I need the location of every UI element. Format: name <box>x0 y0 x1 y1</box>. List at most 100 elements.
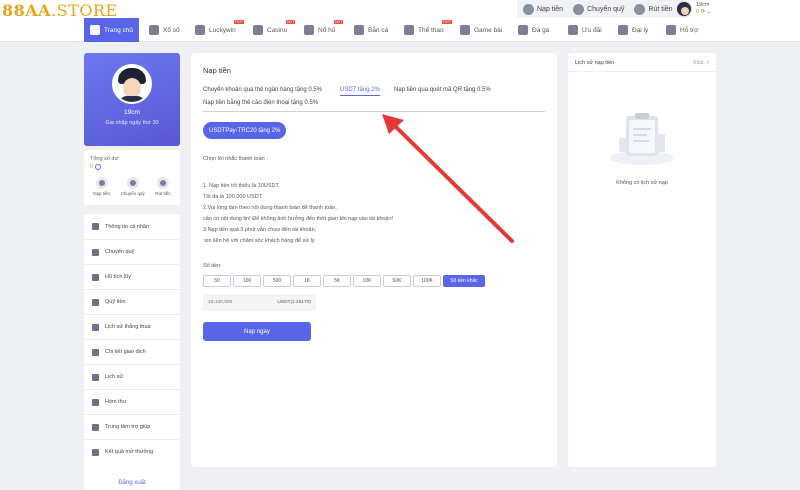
deposit-submit-button[interactable]: Nạp ngay <box>203 322 311 341</box>
menu-transactions[interactable]: Chi tiết giao dịch <box>84 339 180 364</box>
nav-lottery[interactable]: Xổ số <box>149 18 180 42</box>
page-title: Nạp tiền <box>203 66 231 75</box>
home-icon <box>90 25 100 35</box>
gift-icon <box>568 25 578 35</box>
jar-icon <box>92 273 99 281</box>
logout-link[interactable]: Đăng xuất <box>84 480 180 486</box>
slots-icon <box>304 25 314 35</box>
sports-icon <box>404 25 414 35</box>
menu-help-center[interactable]: Trung tâm trợ giúp <box>84 414 180 439</box>
nav-home[interactable]: Trang chủ <box>84 18 140 42</box>
transfer-icon <box>573 3 585 15</box>
hot-badge: HOT <box>234 20 244 24</box>
amount-10k[interactable]: 10K <box>353 275 381 287</box>
amount-unit: USDT(1:26170) <box>277 300 311 305</box>
nav-sports[interactable]: Thể thao HOT <box>404 18 452 42</box>
tab-usdt[interactable]: USDT tặng 2% <box>340 87 380 96</box>
tab-bank-transfer[interactable]: Chuyển khoản qua thẻ ngân hàng tặng 0.5% <box>203 87 322 93</box>
tab-qr[interactable]: Nạp tiền qua quét mã QR tặng 0.5% <box>394 87 491 93</box>
profile-name: 19cm <box>124 109 140 116</box>
main-nav: Trang chủ Xổ số Luckywin HOT Casino HOT Nổ… <box>0 18 800 42</box>
top-deposit-button[interactable]: Nạp tiền <box>523 3 563 15</box>
amount-50[interactable]: 50 <box>203 275 231 287</box>
deposit-icon <box>95 177 108 189</box>
help-icon <box>92 423 99 431</box>
amount-input[interactable] <box>208 300 263 305</box>
menu-results[interactable]: Kết quả mở thưởng <box>84 439 180 464</box>
amount-100k[interactable]: 100K <box>413 275 441 287</box>
amount-50k[interactable]: 50K <box>383 275 411 287</box>
user-name: 19cm <box>696 2 710 8</box>
top-transfer-button[interactable]: Chuyển quỹ <box>573 3 624 15</box>
nav-support[interactable]: Hỗ trợ <box>666 18 698 42</box>
nav-luckywin[interactable]: Luckywin HOT <box>195 18 244 42</box>
tab-phone-card[interactable]: Nạp tiền bằng thẻ cào điện thoại tặng 0.… <box>203 100 318 106</box>
hot-badge: HOT <box>442 20 452 24</box>
refresh-icon[interactable] <box>95 164 102 170</box>
hot-badge: HOT <box>333 20 344 24</box>
top-actions: Nạp tiền Chuyển quỹ Rút tiền <box>517 0 689 18</box>
casino-icon <box>253 25 263 35</box>
history-more-link[interactable]: Khác > <box>693 60 709 66</box>
trophy-icon <box>92 448 99 456</box>
menu-mailbox[interactable]: Hòm thư <box>84 389 180 414</box>
top-withdraw-button[interactable]: Rút tiền <box>634 3 673 15</box>
deposit-icon <box>523 3 534 15</box>
deposit-history-panel: Lịch sử nạp tiền Khác > Không có lịch sử… <box>568 53 716 467</box>
user-menu[interactable]: 19cm 0 ⟳ ⌄ <box>676 0 711 18</box>
history-empty-text: Không có lịch sử nạp <box>616 180 668 186</box>
wallet-icon <box>126 177 139 189</box>
nav-card-games[interactable]: Game bài <box>460 18 502 42</box>
nav-agent[interactable]: Đại lý <box>618 18 648 42</box>
nav-cockfight[interactable]: Đá gà <box>518 18 549 42</box>
menu-jackpot[interactable]: Hũ tích lũy <box>84 264 180 289</box>
amount-500[interactable]: 500 <box>263 275 291 287</box>
wallet-label: Tổng số dư: <box>90 156 120 162</box>
withdraw-icon <box>634 3 646 15</box>
chevron-down-icon[interactable]: ⌄ <box>707 9 712 15</box>
menu-transfer[interactable]: Chuyển quỹ <box>84 239 180 264</box>
history-title: Lịch sử nạp tiền <box>575 60 615 66</box>
profile-card: 19cm Gia nhập ngày thứ 30 <box>84 53 180 146</box>
tabs-divider <box>203 111 545 112</box>
user-balance: 0 <box>696 9 700 15</box>
hot-badge: HOT <box>285 20 296 24</box>
amount-other-button[interactable]: Số tiền khác <box>443 275 485 287</box>
wallet-withdraw-button[interactable]: Rút tiền <box>155 177 171 196</box>
wallet-card: Tổng số dư: 0 Nạp tiền Chuyển quỹ Rút ti… <box>84 150 180 205</box>
luckywin-icon <box>195 25 205 35</box>
account-menu: Thông tin cá nhân Chuyển quỹ Hũ tích lũy… <box>84 214 180 490</box>
refresh-icon[interactable]: ⟳ <box>701 9 706 15</box>
menu-history[interactable]: Lịch sử <box>84 364 180 389</box>
wallet-deposit-button[interactable]: Nạp tiền <box>93 177 110 196</box>
list-icon <box>92 348 99 356</box>
amount-5k[interactable]: 5K <box>323 275 351 287</box>
amount-field[interactable]: USDT(1:26170) <box>203 294 316 311</box>
amount-100[interactable]: 100 <box>233 275 261 287</box>
profile-avatar <box>112 64 152 104</box>
nav-slots[interactable]: Nổ hũ HOT <box>304 18 344 42</box>
support-icon <box>666 25 676 35</box>
empty-clipboard-icon <box>610 113 674 165</box>
fund-icon <box>92 298 99 306</box>
lottery-icon <box>149 25 159 35</box>
menu-profile[interactable]: Thông tin cá nhân <box>84 214 180 239</box>
amount-options: 50 100 500 1K 5K 10K 50K 100K Số tiền kh… <box>203 275 487 287</box>
profile-joined: Gia nhập ngày thứ 30 <box>105 120 159 126</box>
agent-icon <box>618 25 628 35</box>
chart-icon <box>92 323 99 331</box>
nav-fishing[interactable]: Bắn cá <box>354 18 388 42</box>
avatar <box>676 1 692 17</box>
wallet-transfer-button[interactable]: Chuyển quỹ <box>121 177 145 196</box>
cards-icon <box>460 25 470 35</box>
withdraw-icon <box>156 177 169 189</box>
menu-win-loss-history[interactable]: Lịch sử thắng thua <box>84 314 180 339</box>
menu-fund[interactable]: Quỹ tiền <box>84 289 180 314</box>
channel-usdtpay-trc20[interactable]: USDTPay-TRC20 tặng 2% <box>203 122 287 139</box>
top-bar: 88AA.STORE Nạp tiền Chuyển quỹ Rút tiền … <box>0 0 800 20</box>
wallet-balance: 0 <box>90 164 94 170</box>
nav-promotions[interactable]: Ưu đãi <box>568 18 602 42</box>
nav-casino[interactable]: Casino HOT <box>253 18 296 42</box>
user-icon <box>92 223 99 230</box>
amount-1k[interactable]: 1K <box>293 275 321 287</box>
